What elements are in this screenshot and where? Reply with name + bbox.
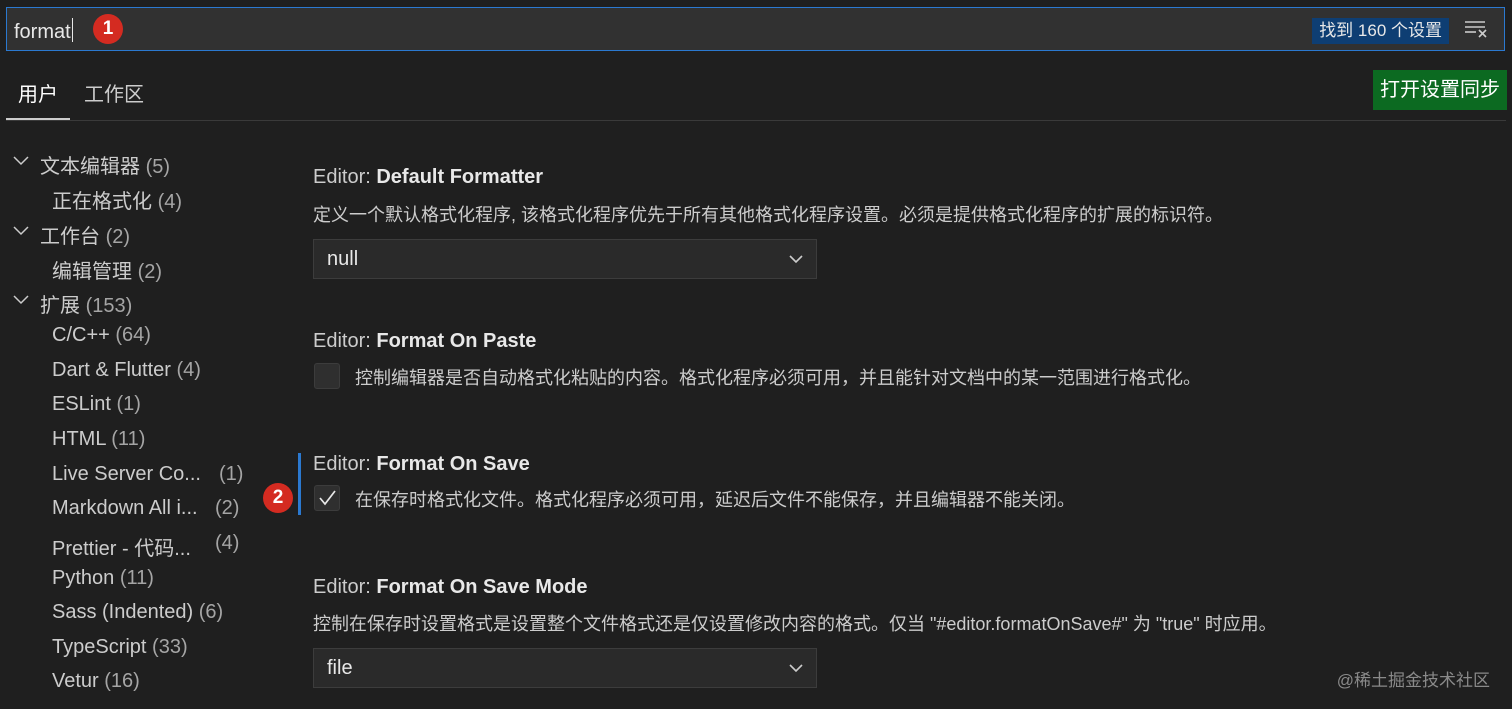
setting-description: 控制编辑器是否自动格式化粘贴的内容。格式化程序必须可用，并且能针对文档中的某一范…	[355, 368, 1201, 388]
tab-workspace[interactable]: 工作区	[84, 70, 144, 120]
checkmark-icon	[319, 490, 336, 506]
tree-item-formatting[interactable]: 正在格式化 (4)	[52, 185, 182, 214]
tree-item-eslint[interactable]: ESLint (1)	[52, 393, 141, 416]
settings-search-input[interactable]: format 找到 160 个设置	[6, 7, 1505, 51]
annotation-marker-1: 1	[93, 14, 123, 44]
tree-item-live-server[interactable]: Live Server Co... (1)	[52, 463, 243, 486]
open-settings-sync-button[interactable]: 打开设置同步	[1373, 70, 1507, 110]
select-value: file	[327, 657, 353, 679]
setting-title: Editor: Format On Save	[313, 453, 530, 475]
format-on-save-checkbox[interactable]	[314, 485, 340, 511]
clear-filter-icon[interactable]	[1464, 18, 1490, 40]
setting-title: Editor: Format On Paste	[313, 330, 537, 352]
setting-description: 控制在保存时设置格式是设置整个文件格式还是仅设置修改内容的格式。仅当 "#edi…	[313, 614, 1277, 634]
result-count-badge: 找到 160 个设置	[1312, 18, 1449, 44]
watermark: @稀土掘金技术社区	[1336, 671, 1490, 690]
tree-item-cpp[interactable]: C/C++ (64)	[52, 324, 151, 347]
setting-description: 定义一个默认格式化程序, 该格式化程序优先于所有其他格式化程序设置。必须是提供格…	[313, 205, 1223, 225]
chevron-down-icon	[789, 255, 803, 264]
tree-item-python[interactable]: Python (11)	[52, 567, 154, 590]
tree-item-sass[interactable]: Sass (Indented) (6)	[52, 601, 223, 624]
chevron-down-icon[interactable]	[13, 223, 29, 239]
chevron-down-icon	[789, 664, 803, 673]
focused-setting-indicator	[298, 453, 301, 515]
tree-item-extensions[interactable]: 扩展 (153)	[40, 289, 132, 318]
tree-item-text-editor[interactable]: 文本编辑器 (5)	[40, 150, 170, 179]
chevron-down-icon[interactable]	[13, 292, 29, 308]
tree-item-typescript[interactable]: TypeScript (33)	[52, 636, 188, 659]
format-on-paste-checkbox[interactable]	[314, 363, 340, 389]
setting-title: Editor: Format On Save Mode	[313, 576, 588, 598]
tree-item-html[interactable]: HTML (11)	[52, 428, 145, 451]
tab-user[interactable]: 用户	[6, 70, 70, 120]
format-on-save-mode-select[interactable]: file	[313, 648, 817, 688]
tree-item-editor-management[interactable]: 编辑管理 (2)	[52, 255, 162, 284]
select-value: null	[327, 248, 359, 270]
chevron-down-icon[interactable]	[13, 153, 29, 169]
tree-item-vetur[interactable]: Vetur (16)	[52, 670, 140, 693]
tree-item-prettier[interactable]: Prettier - 代码... (4)	[52, 532, 239, 561]
tabs-divider	[6, 120, 1506, 121]
tree-item-workbench[interactable]: 工作台 (2)	[40, 220, 130, 249]
annotation-marker-2: 2	[263, 483, 293, 513]
setting-description: 在保存时格式化文件。格式化程序必须可用，延迟后文件不能保存，并且编辑器不能关闭。	[355, 490, 1075, 510]
tree-item-dart-flutter[interactable]: Dart & Flutter (4)	[52, 359, 201, 382]
default-formatter-select[interactable]: null	[313, 239, 817, 279]
tree-item-markdown-all-in-one[interactable]: Markdown All i... (2)	[52, 497, 239, 520]
setting-title: Editor: Default Formatter	[313, 166, 544, 188]
search-query[interactable]: format	[14, 18, 73, 44]
